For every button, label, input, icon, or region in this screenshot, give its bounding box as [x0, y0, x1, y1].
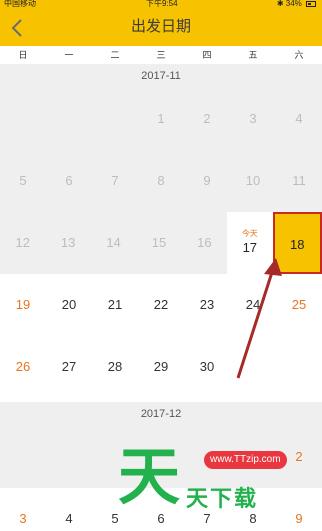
day-cell-2017-11-25[interactable]: 25 — [276, 274, 322, 336]
weekday-sun: 日 — [18, 50, 28, 60]
day-cell-2017-11-14: 14 — [90, 212, 137, 274]
day-cell-2017-11-20[interactable]: 20 — [46, 274, 92, 336]
day-cell-2017-11-16: 16 — [181, 212, 228, 274]
calendar-week-row: 19 20 21 22 23 24 25 — [0, 274, 322, 336]
month-label-2017-11: 2017-11 — [0, 64, 322, 88]
day-cell-2017-11-17[interactable]: 今天 17 — [227, 212, 273, 274]
empty-day-cell — [138, 426, 184, 488]
day-cell-2017-11-2: 2 — [184, 88, 230, 150]
today-tag: 今天 — [241, 229, 258, 238]
day-cell-2017-12-2[interactable]: 2 — [276, 426, 322, 488]
weekday-sat: 六 — [294, 50, 304, 60]
day-cell-2017-12-1[interactable]: 1 — [230, 426, 276, 488]
weekday-thu: 四 — [202, 50, 212, 60]
day-cell-2017-11-8: 8 — [138, 150, 184, 212]
calendar-week-row: 5 6 7 8 9 10 11 — [0, 150, 322, 212]
page-title: 出发日期 — [130, 18, 191, 35]
day-cell-2017-11-21[interactable]: 21 — [92, 274, 138, 336]
battery-icon — [306, 0, 316, 7]
battery-percent: 34% — [285, 0, 302, 8]
day-cell-2017-11-29[interactable]: 29 — [138, 336, 184, 398]
day-cell-2017-11-22[interactable]: 22 — [138, 274, 184, 336]
calendar-week-row: 12 13 14 15 16 今天 17 18 — [0, 212, 322, 274]
empty-day-cell — [0, 88, 46, 150]
calendar-week-row: 1234 — [0, 88, 322, 150]
day-cell-2017-11-13: 13 — [45, 212, 91, 274]
day-cell-2017-11-30[interactable]: 30 — [184, 336, 230, 398]
empty-day-cell — [184, 426, 230, 488]
day-cell-2017-11-26[interactable]: 26 — [0, 336, 46, 398]
empty-day-cell — [46, 88, 92, 150]
day-cell-2017-12-9[interactable]: 9 — [276, 488, 322, 531]
day-cell-2017-11-3: 3 — [230, 88, 276, 150]
day-cell-2017-11-15: 15 — [136, 212, 182, 274]
selected-day-cell[interactable]: 18 — [272, 212, 322, 274]
bluetooth-icon: ✱ — [276, 0, 284, 8]
day-cell-2017-11-5: 5 — [0, 150, 46, 212]
calendar-week-row: 3456789 — [0, 488, 322, 531]
empty-day-cell — [230, 336, 276, 398]
calendar-week-row: 12 — [0, 426, 322, 488]
empty-day-cell — [0, 426, 46, 488]
day-cell-2017-11-1: 1 — [138, 88, 184, 150]
weekday-fri: 五 — [248, 50, 258, 60]
calendar-week-row: 26 27 28 29 30 — [0, 336, 322, 398]
day-cell-2017-12-8[interactable]: 8 — [230, 488, 276, 531]
weekday-wed: 三 — [156, 50, 166, 60]
day-cell-2017-12-7[interactable]: 7 — [184, 488, 230, 531]
day-cell-2017-11-23[interactable]: 23 — [184, 274, 230, 336]
day-cell-2017-11-4: 4 — [276, 88, 322, 150]
weekday-tue: 二 — [110, 50, 120, 60]
empty-day-cell — [92, 426, 138, 488]
day-cell-2017-11-28[interactable]: 28 — [92, 336, 138, 398]
status-bar: 中国移动 下午9:54 ✱ 34% — [0, 0, 322, 8]
day-cell-2017-12-3[interactable]: 3 — [0, 488, 46, 531]
day-cell-2017-12-6[interactable]: 6 — [138, 488, 184, 531]
day-cell-2017-11-6: 6 — [46, 150, 92, 212]
day-cell-2017-11-9: 9 — [184, 150, 230, 212]
day-cell-2017-11-10: 10 — [230, 150, 276, 212]
day-cell-2017-11-24[interactable]: 24 — [230, 274, 276, 336]
status-time: 下午9:54 — [146, 0, 178, 8]
nav-header: 出发日期 — [0, 8, 322, 46]
today-day-number: 17 — [242, 240, 258, 255]
day-cell-2017-12-5[interactable]: 5 — [92, 488, 138, 531]
empty-day-cell — [276, 336, 322, 398]
carrier-label: 中国移动 — [4, 0, 36, 8]
empty-day-cell — [46, 426, 92, 488]
day-cell-2017-11-12: 12 — [0, 212, 46, 274]
weekday-header: 日 一 二 三 四 五 六 — [0, 46, 322, 64]
weekday-mon: 一 — [64, 50, 74, 60]
day-cell-2017-11-7: 7 — [92, 150, 138, 212]
status-right: ✱ 34% — [277, 0, 316, 8]
day-cell-2017-12-4[interactable]: 4 — [46, 488, 92, 531]
day-cell-2017-11-19[interactable]: 19 — [0, 274, 46, 336]
day-cell-2017-11-27[interactable]: 27 — [46, 336, 92, 398]
empty-day-cell — [92, 88, 138, 150]
day-cell-2017-11-11: 11 — [276, 150, 322, 212]
month-label-2017-12: 2017-12 — [0, 402, 322, 426]
